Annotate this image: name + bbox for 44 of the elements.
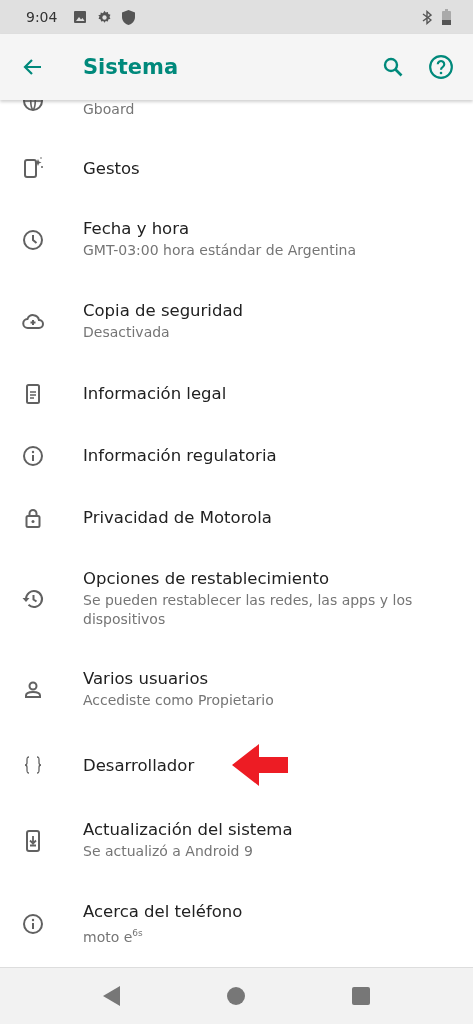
- setting-summary: moto e$^{6s}$: [83, 926, 144, 947]
- settings-item[interactable]: Actualización del sistema Se actualizó a Android 9: [0, 799, 473, 882]
- gear-icon: [97, 9, 113, 25]
- setting-title: Gestos: [83, 158, 140, 178]
- settings-item[interactable]: Varios usuarios Accediste como Propietario: [0, 649, 473, 731]
- setting-title: Acerca del teléfono: [83, 901, 243, 921]
- setting-summary: Se pueden restablecer las redes, las apps y los dispositivos: [83, 590, 414, 629]
- square-icon: [351, 987, 370, 1005]
- screen-title: Sistema: [83, 55, 180, 79]
- setting-title: Información regulatoria: [83, 446, 277, 466]
- bluetooth-icon: [422, 9, 432, 25]
- info-icon: [20, 443, 45, 468]
- setting-title: Copia de seguridad: [83, 301, 243, 321]
- battery-icon: [442, 9, 451, 25]
- setting-title: Fecha y hora: [83, 219, 191, 239]
- settings-item[interactable]: Privacidad de Motorola: [0, 486, 473, 549]
- settings-item[interactable]: Información regulatoria: [0, 424, 473, 487]
- search-icon: [381, 55, 405, 79]
- shield-icon: [122, 9, 136, 25]
- info-icon: [20, 912, 45, 937]
- triangle-icon: [103, 986, 122, 1006]
- setting-summary: Accediste como Propietario: [83, 691, 274, 711]
- settings-item[interactable]: Acerca del teléfono moto e$^{6s}$: [0, 881, 473, 967]
- settings-item[interactable]: Información legal: [0, 362, 473, 425]
- settings-item[interactable]: Opciones de restablecimiento Se pueden restablecer las redes, las apps y los dispositivos: [0, 548, 473, 650]
- settings-item[interactable]: Fecha y hora GMT-03:00 hora estándar de Argentina: [0, 199, 473, 281]
- settings-item[interactable]: Gestos: [0, 137, 473, 199]
- setting-title: Actualización del sistema: [83, 820, 293, 840]
- setting-title: Privacidad de Motorola: [83, 508, 272, 528]
- settings-item[interactable]: Copia de seguridad Desactivada: [0, 280, 473, 363]
- status-time: 9:04: [26, 9, 58, 25]
- setting-summary: Gboard: [83, 100, 135, 119]
- clock-icon: [20, 227, 45, 252]
- settings-item[interactable]: Desarrollador: [0, 730, 473, 800]
- setting-title: Información legal: [83, 384, 227, 404]
- setting-summary: Se actualizó a Android 9: [83, 842, 254, 862]
- image-icon: [73, 10, 88, 24]
- setting-summary: GMT-03:00 hora estándar de Argentina: [83, 241, 357, 261]
- circle-icon: [226, 986, 247, 1006]
- setting-summary: Desactivada: [83, 323, 171, 343]
- setting-title: Opciones de restablecimiento: [83, 568, 330, 588]
- help-icon: [428, 54, 454, 80]
- setting-title: Varios usuarios: [83, 669, 210, 689]
- setting-title: Desarrollador: [83, 755, 195, 775]
